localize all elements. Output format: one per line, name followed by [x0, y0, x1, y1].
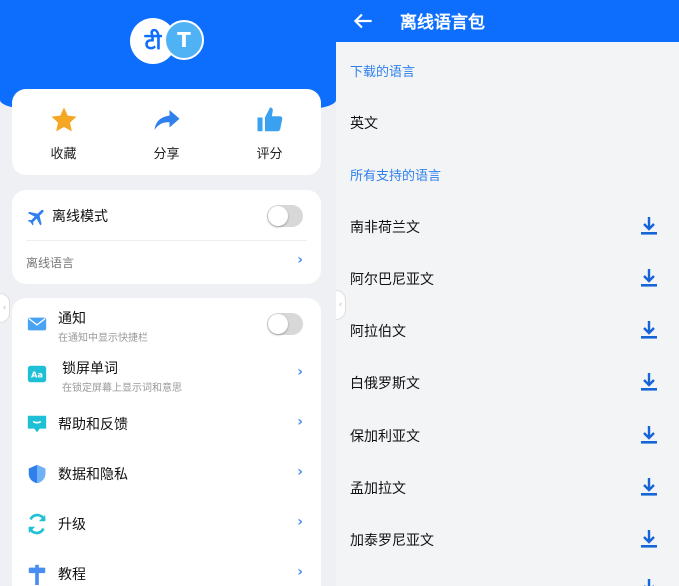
download-icon[interactable] [640, 216, 658, 236]
settings-list-card: 通知 在通知中显示快捷栏 Aa 锁屏单词 在锁定屏幕上显示词和意思 › 帮助和反… [12, 298, 321, 586]
star-icon [51, 107, 76, 132]
chat-icon [27, 415, 47, 433]
tutorial-row[interactable]: 教程 › [12, 562, 321, 586]
share-arrow-icon [154, 110, 179, 130]
language-item[interactable]: 南非荷兰文 [350, 217, 420, 237]
offline-language-row[interactable]: 离线语言 › [12, 252, 321, 272]
offline-mode-toggle[interactable] [267, 205, 303, 227]
offline-language-label: 离线语言 [26, 256, 75, 270]
chevron-right-icon: › [297, 414, 303, 430]
edge-handle[interactable]: ‹ [336, 290, 346, 320]
signpost-icon [28, 564, 46, 585]
back-arrow-icon[interactable] [350, 8, 376, 34]
rate-button[interactable]: 评分 [235, 105, 305, 175]
chevron-right-icon: › [297, 364, 303, 380]
language-item[interactable]: 白俄罗斯文 [350, 373, 420, 393]
language-item[interactable]: 阿拉伯文 [350, 321, 406, 341]
chevron-right-icon: › [297, 564, 303, 580]
downloaded-section-header: 下载的语言 [350, 65, 416, 80]
offline-mode-label: 离线模式 [52, 209, 108, 225]
share-label: 分享 [153, 147, 180, 162]
download-icon[interactable] [640, 372, 658, 392]
mail-icon [27, 317, 47, 331]
lockscreen-subtitle: 在锁定屏幕上显示词和意思 [62, 383, 182, 394]
share-button[interactable]: 分享 [132, 105, 202, 175]
notification-text: 通知 在通知中显示快捷栏 [58, 308, 148, 344]
airplane-icon [27, 209, 44, 226]
refresh-icon [28, 513, 46, 535]
download-icon[interactable] [640, 477, 658, 497]
notification-title: 通知 [58, 311, 86, 327]
divider [26, 240, 307, 241]
page-title: 离线语言包 [400, 13, 485, 33]
upgrade-title: 升级 [58, 517, 86, 533]
language-item[interactable]: 加泰罗尼亚文 [350, 530, 434, 550]
data-privacy-row[interactable]: 数据和隐私 › [12, 462, 321, 486]
offline-card: 离线模式 离线语言 › [12, 190, 321, 284]
chevron-right-icon: › [297, 252, 303, 268]
supported-section-header: 所有支持的语言 [350, 169, 442, 184]
download-icon[interactable] [640, 529, 658, 549]
downloaded-language-item[interactable]: 英文 [350, 113, 378, 133]
settings-panel: टी T 收藏 分享 评分 离线模式 离线语言 › 通知 在通知中显示快捷栏 A… [0, 0, 336, 586]
offline-language-pack-panel: 离线语言包 下载的语言 英文 所有支持的语言 南非荷兰文 阿尔巴尼亚文 阿拉伯文… [336, 0, 679, 586]
logo-latin-glyph: T [164, 20, 204, 60]
language-item[interactable]: 孟加拉文 [350, 478, 406, 498]
data-privacy-title: 数据和隐私 [58, 467, 128, 483]
language-item[interactable]: 阿尔巴尼亚文 [350, 269, 434, 289]
download-icon[interactable] [640, 268, 658, 288]
shield-icon [28, 464, 46, 484]
favorites-button[interactable]: 收藏 [29, 105, 99, 175]
favorites-label: 收藏 [50, 147, 77, 162]
help-feedback-title: 帮助和反馈 [58, 417, 128, 433]
top-app-bar: 离线语言包 [336, 0, 679, 42]
chevron-right-icon: › [297, 514, 303, 530]
aa-icon: Aa [27, 365, 47, 383]
rate-label: 评分 [256, 147, 283, 162]
lockscreen-text: 锁屏单词 在锁定屏幕上显示词和意思 [62, 358, 182, 394]
help-feedback-row[interactable]: 帮助和反馈 › [12, 412, 321, 436]
notification-row[interactable]: 通知 在通知中显示快捷栏 [12, 308, 321, 344]
lockscreen-title: 锁屏单词 [62, 361, 118, 377]
download-icon[interactable] [640, 578, 658, 586]
offline-mode-row: 离线模式 [12, 204, 321, 228]
lockscreen-words-row[interactable]: Aa 锁屏单词 在锁定屏幕上显示词和意思 › [12, 358, 321, 394]
upgrade-row[interactable]: 升级 › [12, 512, 321, 536]
tutorial-title: 教程 [58, 567, 86, 583]
app-logo: टी T [130, 18, 206, 64]
quick-actions-card: 收藏 分享 评分 [12, 89, 321, 175]
chevron-left-icon: ‹ [2, 303, 7, 313]
download-icon[interactable] [640, 425, 658, 445]
chevron-right-icon: ‹ [338, 300, 343, 310]
notification-toggle[interactable] [267, 313, 303, 335]
language-item[interactable]: 保加利亚文 [350, 426, 420, 446]
svg-text:Aa: Aa [31, 370, 43, 380]
download-icon[interactable] [640, 320, 658, 340]
thumbs-up-icon [257, 107, 282, 132]
notification-subtitle: 在通知中显示快捷栏 [58, 333, 148, 344]
chevron-right-icon: › [297, 464, 303, 480]
edge-handle[interactable]: ‹ [0, 293, 10, 323]
